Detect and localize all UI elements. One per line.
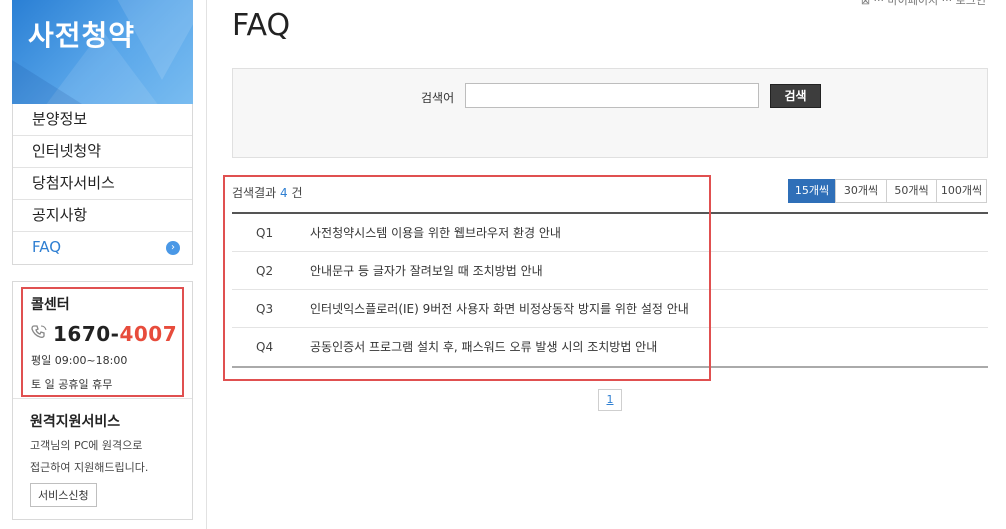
faq-number: Q2 — [256, 264, 274, 278]
sidebar-item-winner-service[interactable]: 당첨자서비스 — [13, 168, 192, 200]
search-input[interactable] — [465, 83, 759, 108]
divider — [206, 0, 207, 529]
sidebar-item-label: FAQ — [32, 238, 62, 256]
phone-suffix: 4007 — [119, 322, 178, 346]
sidebar-item-sale-info[interactable]: 분양정보 — [13, 104, 192, 136]
sidebar: 사전청약 분양정보 인터넷청약 당첨자서비스 공지사항 FAQ › 콜센터 16… — [12, 0, 194, 520]
per-page-50[interactable]: 50개씩 — [886, 179, 937, 203]
remote-support-desc-line2: 접근하여 지원해드립니다. — [30, 461, 149, 474]
faq-number: Q4 — [256, 340, 274, 354]
faq-row[interactable]: Q2 안내문구 등 글자가 잘려보일 때 조치방법 안내 — [232, 252, 988, 290]
banner-title: 사전청약 — [28, 19, 136, 52]
callcenter-section: 콜센터 1670-4007 평일 09:00~18:00 토 일 공휴일 휴무 — [13, 282, 192, 399]
faq-title[interactable]: 공동인증서 프로그램 설치 후, 패스워드 오류 발생 시의 조치방법 안내 — [310, 328, 657, 366]
support-box: 콜센터 1670-4007 평일 09:00~18:00 토 일 공휴일 휴무 … — [12, 281, 193, 520]
sidebar-item-notice[interactable]: 공지사항 — [13, 200, 192, 232]
sidebar-item-label: 공지사항 — [32, 206, 88, 224]
chevron-right-icon: › — [166, 241, 180, 255]
sidebar-banner: 사전청약 — [12, 0, 193, 104]
faq-number: Q3 — [256, 302, 274, 316]
sidebar-item-internet-apply[interactable]: 인터넷청약 — [13, 136, 192, 168]
per-page-30[interactable]: 30개씩 — [835, 179, 887, 203]
faq-row[interactable]: Q1 사전청약시스템 이용을 위한 웹브라우저 환경 안내 — [232, 214, 988, 252]
search-button[interactable]: 검색 — [770, 84, 821, 108]
remote-support-desc: 고객님의 PC에 원격으로 접근하여 지원해드립니다. — [30, 435, 192, 479]
search-panel: 검색어 검색 — [232, 68, 988, 158]
faq-title[interactable]: 인터넷익스플로러(IE) 9버전 사용자 화면 비정상동작 방지를 위한 설정 … — [310, 290, 689, 327]
callcenter-title: 콜센터 — [31, 297, 70, 313]
pagination-page-1[interactable]: 1 — [598, 389, 622, 411]
result-count-prefix: 검색결과 — [232, 186, 280, 200]
result-count: 검색결과 4 건 — [232, 184, 302, 201]
callcenter-hours: 평일 09:00~18:00 — [31, 354, 128, 367]
faq-row[interactable]: Q3 인터넷익스플로러(IE) 9버전 사용자 화면 비정상동작 방지를 위한 … — [232, 290, 988, 328]
sidebar-menu: 분양정보 인터넷청약 당첨자서비스 공지사항 FAQ › — [12, 104, 193, 265]
service-request-button[interactable]: 서비스신청 — [30, 483, 97, 507]
remote-support-title: 원격지원서비스 — [30, 414, 121, 430]
sidebar-item-label: 당첨자서비스 — [32, 174, 115, 192]
sidebar-item-label: 분양정보 — [32, 110, 88, 128]
faq-row[interactable]: Q4 공동인증서 프로그램 설치 후, 패스워드 오류 발생 시의 조치방법 안… — [232, 328, 988, 366]
sidebar-item-faq[interactable]: FAQ › — [13, 232, 192, 264]
callcenter-phone: 1670-4007 — [31, 322, 192, 346]
faq-list: Q1 사전청약시스템 이용을 위한 웹브라우저 환경 안내 Q2 안내문구 등 … — [232, 212, 988, 368]
faq-title[interactable]: 사전청약시스템 이용을 위한 웹브라우저 환경 안내 — [310, 214, 561, 251]
search-label: 검색어 — [421, 91, 455, 105]
sidebar-item-label: 인터넷청약 — [32, 142, 102, 160]
remote-support-section: 원격지원서비스 고객님의 PC에 원격으로 접근하여 지원해드립니다. 서비스신… — [13, 399, 192, 519]
phone-prefix: 1670- — [53, 322, 120, 346]
remote-support-desc-line1: 고객님의 PC에 원격으로 — [30, 439, 143, 452]
result-count-number: 4 — [279, 186, 288, 200]
per-page-selector: 15개씩 30개씩 50개씩 100개씩 — [788, 179, 987, 203]
per-page-100[interactable]: 100개씩 — [936, 179, 987, 203]
faq-number: Q1 — [256, 226, 274, 240]
result-count-suffix: 건 — [287, 186, 303, 200]
per-page-15[interactable]: 15개씩 — [788, 179, 836, 203]
callcenter-holiday: 토 일 공휴일 휴무 — [31, 378, 113, 391]
faq-title[interactable]: 안내문구 등 글자가 잘려보일 때 조치방법 안내 — [310, 252, 543, 289]
page-title: FAQ — [232, 8, 291, 43]
phone-icon — [31, 325, 47, 343]
top-utility-links[interactable]: ⊠ ··· 마이페이지 ··· 로그인 — [861, 0, 986, 8]
